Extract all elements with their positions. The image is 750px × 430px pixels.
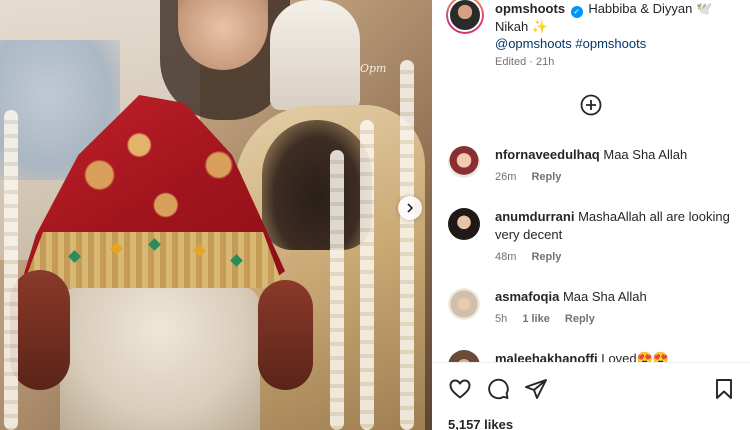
commenter-username[interactable]: asmafoqia	[495, 289, 559, 304]
commenter-username[interactable]: anumdurrani	[495, 209, 574, 224]
commenter-avatar[interactable]	[448, 288, 480, 320]
caption-tags[interactable]: @opmshoots #opmshoots	[495, 36, 646, 51]
comment-time: 5h	[495, 313, 508, 325]
photo-henna-hand-left	[10, 270, 70, 390]
comment-body: Maa Sha Allah	[603, 147, 688, 162]
comment-likes[interactable]: 1 like	[522, 313, 550, 325]
comment-meta: 5h 1 like Reply	[495, 313, 607, 325]
photo-white-veil	[270, 0, 360, 110]
comment-icon[interactable]	[486, 377, 510, 401]
author-avatar[interactable]	[446, 0, 484, 34]
edited-time: 21h	[535, 56, 555, 68]
edited-timestamp: Edited · 21h	[495, 56, 555, 68]
photo-pearl-strand	[4, 110, 18, 430]
photo-pearl-strand	[360, 120, 374, 430]
reply-button[interactable]: Reply	[531, 251, 561, 263]
add-comment-icon[interactable]	[580, 94, 602, 116]
heart-icon[interactable]	[448, 377, 472, 401]
chevron-right-icon	[407, 203, 414, 213]
reply-button[interactable]: Reply	[565, 313, 595, 325]
post-details-panel: opmshoots ✓ Habbiba & Diyyan 🕊️ Nikah ✨ …	[432, 0, 750, 430]
photo-watermark: Opm	[360, 62, 387, 75]
comment-time: 48m	[495, 251, 517, 263]
comment-time: 26m	[495, 171, 517, 183]
post-caption: opmshoots ✓ Habbiba & Diyyan 🕊️ Nikah ✨ …	[495, 0, 740, 52]
author-username[interactable]: opmshoots	[495, 1, 565, 16]
photo-pearl-strand	[400, 60, 414, 430]
comment-text: anumdurrani MashaAllah all are looking v…	[495, 208, 740, 244]
edited-label: Edited	[495, 56, 527, 68]
post-action-bar: 5,157 likes	[432, 362, 750, 430]
likes-count[interactable]: 5,157 likes	[448, 417, 513, 430]
comment-text: asmafoqia Maa Sha Allah	[495, 288, 740, 306]
reply-button[interactable]: Reply	[531, 171, 561, 183]
post-photo[interactable]: Opm	[0, 0, 432, 430]
photo-gold-hood	[262, 120, 372, 250]
comment-meta: 48m Reply	[495, 251, 573, 263]
commenter-avatar[interactable]	[448, 146, 480, 178]
comment-text: nfornaveedulhaq Maa Sha Allah	[495, 146, 740, 164]
next-photo-button[interactable]	[398, 196, 422, 220]
commenter-avatar[interactable]	[448, 208, 480, 240]
comment-body: Maa Sha Allah	[562, 289, 647, 304]
comment-meta: 26m Reply	[495, 171, 573, 183]
share-icon[interactable]	[524, 377, 548, 401]
photo-pearl-strand	[330, 150, 344, 430]
photo-dress	[60, 286, 260, 430]
commenter-username[interactable]: nfornaveedulhaq	[495, 147, 600, 162]
photo-henna-hand-right	[258, 280, 313, 390]
verified-badge-icon: ✓	[570, 6, 583, 18]
bookmark-icon[interactable]	[712, 377, 736, 401]
